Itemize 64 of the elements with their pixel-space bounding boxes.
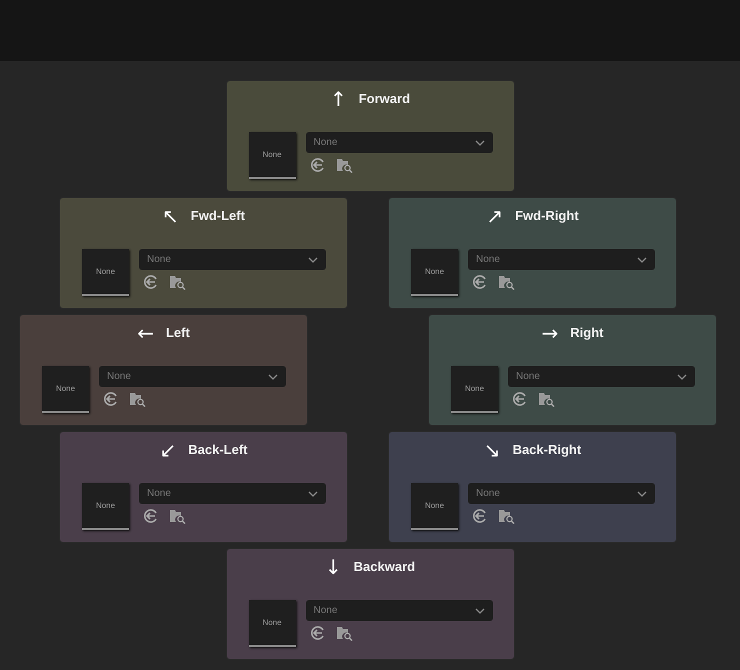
thumbnail-label: None xyxy=(96,500,116,512)
direction-title: Forward xyxy=(358,90,410,108)
chevron-down-icon xyxy=(474,140,484,146)
asset-thumbnail[interactable]: None xyxy=(248,132,296,179)
back-arrow-circle-icon[interactable] xyxy=(310,625,326,641)
asset-thumbnail[interactable]: None xyxy=(451,366,498,413)
chevron-down-icon xyxy=(677,374,687,380)
back-arrow-circle-icon[interactable] xyxy=(143,274,159,290)
asset-thumbnail[interactable]: None xyxy=(82,249,129,296)
chevron-down-icon xyxy=(308,256,318,262)
asset-thumbnail[interactable]: None xyxy=(42,366,89,413)
direction-title: Fwd-Left xyxy=(190,207,245,226)
arrow-glyph: ↓ xyxy=(324,557,342,577)
chevron-down-icon xyxy=(637,490,647,496)
folder-search-icon[interactable] xyxy=(169,508,186,524)
asset-dropdown[interactable]: None xyxy=(508,366,695,387)
back-arrow-circle-icon[interactable] xyxy=(472,508,488,524)
back-arrow-circle-icon[interactable] xyxy=(512,391,528,407)
thumbnail-label: None xyxy=(464,382,484,394)
folder-search-icon[interactable] xyxy=(498,508,515,524)
direction-title: Right xyxy=(570,324,604,342)
arrow-glyph: ↖ xyxy=(162,206,179,226)
folder-search-icon[interactable] xyxy=(169,274,186,290)
asset-thumbnail[interactable]: None xyxy=(248,600,296,647)
folder-search-icon[interactable] xyxy=(129,391,146,407)
direction-title: Back-Right xyxy=(512,441,582,460)
back-arrow-circle-icon[interactable] xyxy=(143,508,159,524)
thumbnail-label: None xyxy=(262,148,282,160)
back-arrow-circle-icon[interactable] xyxy=(103,391,119,407)
folder-search-icon[interactable] xyxy=(538,391,555,407)
folder-search-icon[interactable] xyxy=(336,157,352,173)
folder-search-icon[interactable] xyxy=(498,274,515,290)
asset-thumbnail[interactable]: None xyxy=(411,249,458,296)
arrow-glyph: ↑ xyxy=(330,89,347,109)
asset-dropdown[interactable]: None xyxy=(468,249,655,270)
direction-title: Fwd-Right xyxy=(515,207,579,226)
arrow-glyph: → xyxy=(542,323,558,343)
asset-dropdown[interactable]: None xyxy=(99,366,286,387)
asset-dropdown[interactable]: None xyxy=(139,249,326,270)
chevron-down-icon xyxy=(637,256,647,262)
thumbnail-label: None xyxy=(424,266,444,278)
arrow-glyph: ↘ xyxy=(484,440,501,460)
chevron-down-icon xyxy=(308,490,318,496)
asset-thumbnail[interactable]: None xyxy=(82,483,129,530)
thumbnail-label: None xyxy=(96,266,116,278)
thumbnail-label: None xyxy=(56,382,76,394)
thumbnail-label: None xyxy=(424,500,444,512)
asset-dropdown[interactable]: None xyxy=(306,132,492,153)
thumbnail-label: None xyxy=(262,616,282,628)
arrow-glyph: ↙ xyxy=(159,440,176,460)
direction-title: Left xyxy=(166,324,190,342)
asset-dropdown[interactable]: None xyxy=(139,483,326,504)
back-arrow-circle-icon[interactable] xyxy=(472,274,488,290)
chevron-down-icon xyxy=(474,608,484,614)
direction-title: Back-Left xyxy=(188,441,248,460)
arrow-glyph: ↗ xyxy=(486,206,504,226)
folder-search-icon[interactable] xyxy=(336,625,352,641)
direction-title: Backward xyxy=(354,558,416,576)
asset-dropdown[interactable]: None xyxy=(468,483,655,504)
chevron-down-icon xyxy=(268,374,278,380)
back-arrow-circle-icon[interactable] xyxy=(310,157,326,173)
asset-dropdown[interactable]: None xyxy=(306,600,492,621)
asset-thumbnail[interactable]: None xyxy=(411,483,458,530)
arrow-glyph: ← xyxy=(137,323,154,343)
